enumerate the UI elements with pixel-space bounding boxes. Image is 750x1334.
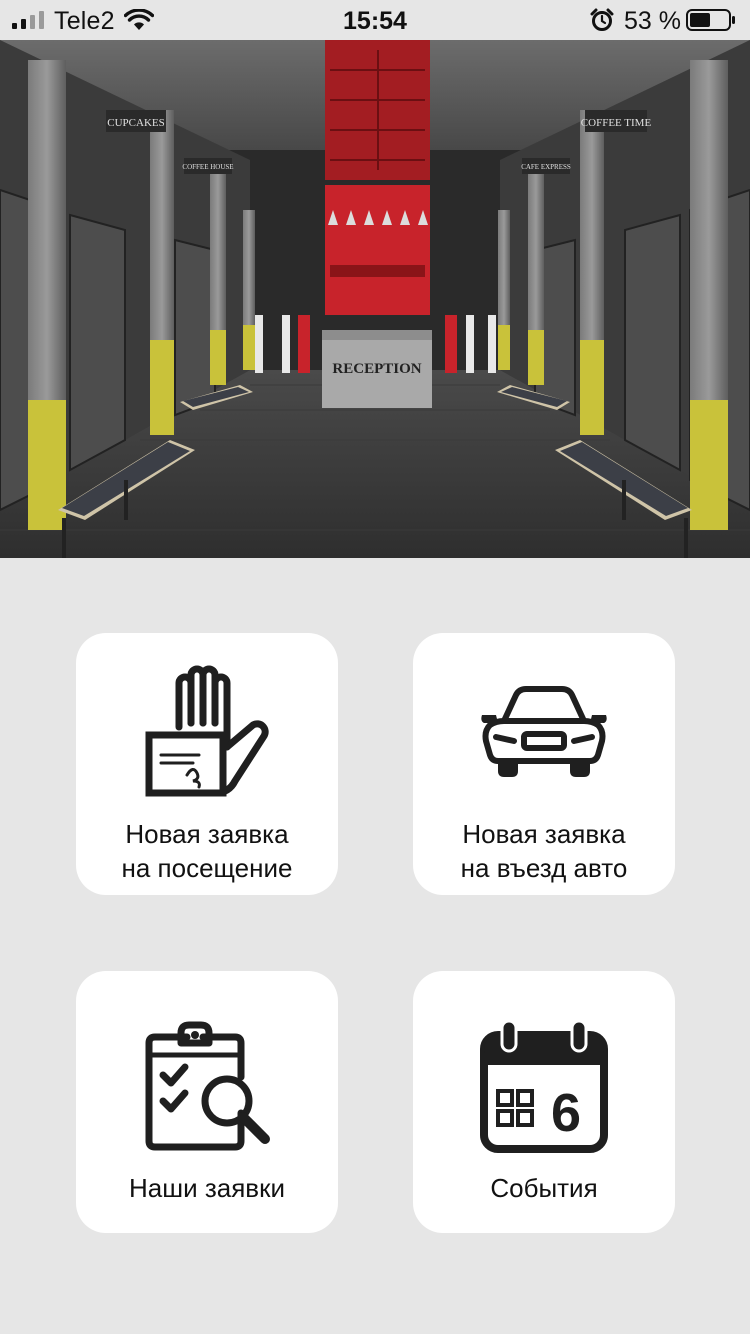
sign-cafe-express: CAFE EXPRESS: [521, 163, 571, 171]
alarm-icon: [590, 8, 614, 31]
calendar-number: 6: [551, 1083, 581, 1143]
clipboard-search-icon: [145, 1021, 270, 1151]
tile-label: Новая заявка на посещение: [121, 819, 293, 883]
status-bar: Tele2 15:54 53 %: [0, 0, 750, 40]
battery-icon: [686, 9, 735, 31]
events-button[interactable]: 6 События: [413, 971, 675, 1233]
new-visit-request-button[interactable]: Новая заявка на посещение: [76, 633, 338, 895]
battery-percent: 53 %: [624, 7, 681, 35]
tile-label: События: [490, 1173, 598, 1203]
sign-cupcakes: CUPCAKES: [107, 117, 164, 129]
hero-image: RECEPTION CUPCAKES COFFEE TIME COFFEE HO…: [0, 40, 750, 558]
new-car-entry-request-button[interactable]: Новая заявка на въезд авто: [413, 633, 675, 895]
sign-coffee-house: COFFEE HOUSE: [182, 163, 233, 171]
car-icon: [481, 686, 607, 777]
tile-label: Наши заявки: [128, 1173, 285, 1203]
tile-label: Новая заявка на въезд авто: [460, 819, 628, 883]
hand-pass-icon: [145, 665, 269, 797]
reception-sign: RECEPTION: [332, 361, 421, 377]
sign-coffee-time: COFFEE TIME: [581, 117, 652, 129]
calendar-icon: 6: [480, 1019, 608, 1153]
our-requests-button[interactable]: Наши заявки: [76, 971, 338, 1233]
